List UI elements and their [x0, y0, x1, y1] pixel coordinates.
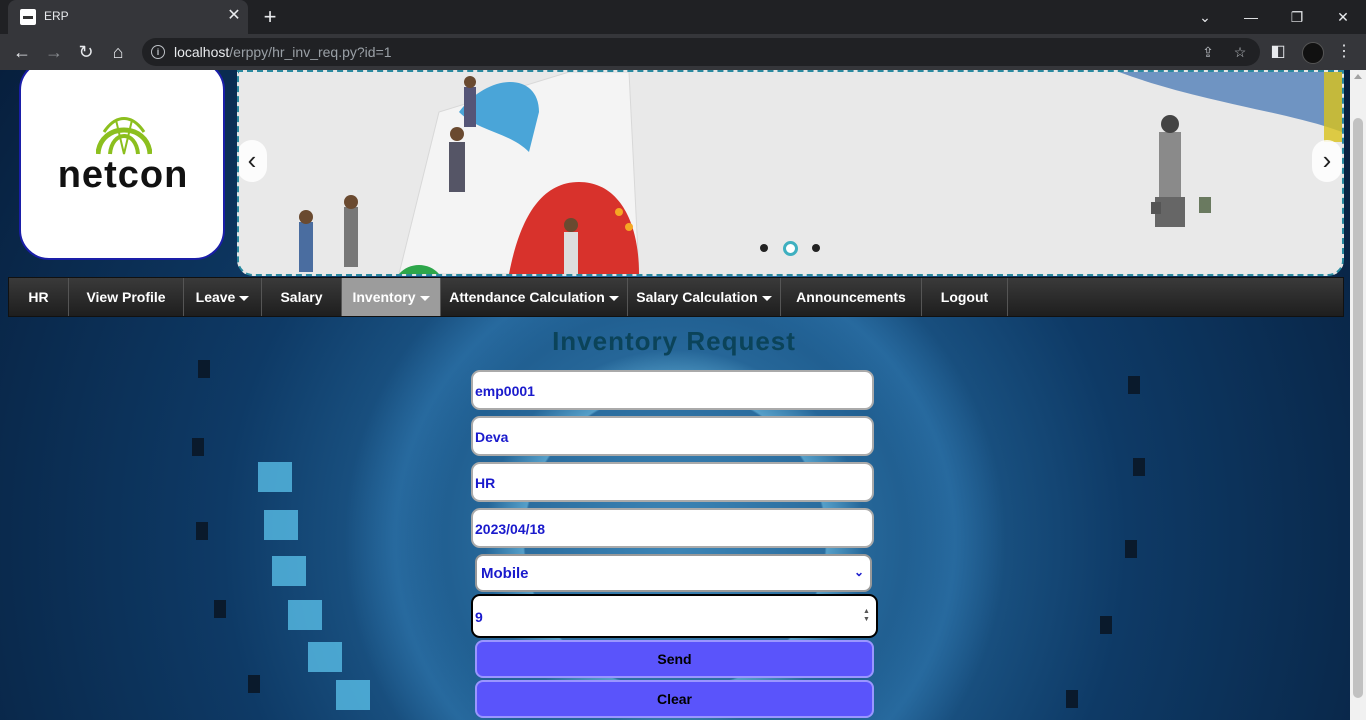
menu-item-attendance-calculation[interactable]: Attendance Calculation [441, 278, 628, 316]
dropdown-caret-icon [419, 295, 430, 301]
dropdown-caret-icon [239, 295, 250, 301]
browser-tab-bar: ERP ✕ + ⌄ — ❐ ✕ [0, 0, 1366, 34]
browser-tab[interactable]: ERP ✕ [8, 0, 248, 34]
quantity-stepper[interactable]: 9 ▲ ▼ [471, 594, 878, 638]
carousel-prev-arrow-icon[interactable]: ‹ [239, 140, 267, 182]
carousel-dot[interactable] [760, 244, 768, 252]
main-menu: HR View Profile Leave Salary Inventory A… [8, 277, 1344, 317]
dropdown-caret-icon [608, 295, 619, 301]
background-decoration [336, 680, 370, 710]
clear-button[interactable]: Clear [475, 680, 874, 718]
new-tab-icon[interactable]: + [258, 5, 282, 29]
bookmark-star-icon[interactable]: ☆ [1230, 42, 1250, 62]
employee-id-value: emp0001 [475, 383, 535, 399]
logo-arch-icon [96, 117, 152, 155]
menu-item-salary[interactable]: Salary [262, 278, 342, 316]
background-decoration [1128, 376, 1140, 394]
page-content: netcon ‹ › HR View Profile Leave Salary … [0, 70, 1350, 720]
menu-item-salary-calculation[interactable]: Salary Calculation [628, 278, 781, 316]
employee-name-value: Deva [475, 429, 509, 445]
side-panel-icon[interactable]: ◧ [1266, 40, 1290, 64]
menu-item-announcements[interactable]: Announcements [781, 278, 922, 316]
background-decoration [196, 522, 208, 540]
restore-icon[interactable]: ❐ [1274, 4, 1320, 30]
carousel-next-arrow-icon[interactable]: › [1312, 140, 1342, 182]
background-decoration [192, 438, 204, 456]
carousel-dot[interactable] [812, 244, 820, 252]
reload-icon[interactable]: ↻ [74, 40, 98, 64]
close-window-icon[interactable]: ✕ [1320, 4, 1366, 30]
background-decoration [288, 600, 322, 630]
background-decoration [1133, 458, 1145, 476]
department-value: HR [475, 475, 496, 491]
minimize-icon[interactable]: — [1228, 4, 1274, 30]
browser-toolbar: ← → ↻ ⌂ i localhost/erppy/hr_inv_req.py?… [0, 34, 1366, 70]
date-field[interactable]: 2023/04/18 [471, 508, 874, 548]
background-decoration [258, 462, 292, 492]
chevron-down-icon: ⌄ [853, 565, 864, 579]
spinner-arrows-icon[interactable]: ▲ ▼ [863, 608, 871, 624]
send-button[interactable]: Send [475, 640, 874, 678]
tab-title: ERP [44, 9, 69, 23]
netcon-logo[interactable]: netcon [19, 70, 225, 260]
favicon-icon [20, 9, 36, 25]
logo-text: netcon [57, 154, 189, 196]
banner-carousel: ‹ › [237, 70, 1344, 276]
background-decoration [1125, 540, 1137, 558]
dropdown-caret-icon [761, 295, 772, 301]
background-decoration [264, 510, 298, 540]
site-info-icon[interactable]: i [151, 45, 165, 59]
background-decoration [214, 600, 226, 618]
menu-item-inventory[interactable]: Inventory [342, 278, 441, 316]
back-icon[interactable]: ← [10, 40, 34, 64]
share-icon[interactable]: ⇪ [1198, 42, 1218, 62]
address-bar[interactable]: i localhost/erppy/hr_inv_req.py?id=1 ⇪ ☆ [142, 38, 1260, 66]
background-decoration [1100, 616, 1112, 634]
menu-item-view-profile[interactable]: View Profile [69, 278, 184, 316]
background-decoration [272, 556, 306, 586]
background-decoration [198, 360, 210, 378]
employee-name-field[interactable]: Deva [471, 416, 874, 456]
menu-item-leave[interactable]: Leave [184, 278, 262, 316]
item-select-value: Mobile [481, 565, 529, 582]
employee-id-field[interactable]: emp0001 [471, 370, 874, 410]
forward-icon[interactable]: → [42, 40, 66, 64]
department-field[interactable]: HR [471, 462, 874, 502]
menu-item-logout[interactable]: Logout [922, 278, 1008, 316]
background-decoration [308, 642, 342, 672]
url-text[interactable]: localhost/erppy/hr_inv_req.py?id=1 [174, 44, 392, 60]
background-decoration [248, 675, 260, 693]
page-title: Inventory Request [552, 326, 796, 356]
carousel-dot-active[interactable] [783, 241, 798, 256]
home-icon[interactable]: ⌂ [106, 40, 130, 64]
menu-item-hr[interactable]: HR [9, 278, 69, 316]
tab-search-icon[interactable]: ⌄ [1182, 4, 1228, 30]
item-select[interactable]: Mobile ⌄ [475, 554, 872, 592]
background-decoration [1066, 690, 1078, 708]
scroll-up-arrow-icon[interactable] [1354, 74, 1362, 79]
date-value: 2023/04/18 [475, 521, 546, 537]
quantity-value: 9 [475, 609, 483, 625]
scrollbar-thumb[interactable] [1353, 118, 1363, 698]
profile-avatar-icon[interactable] [1302, 42, 1324, 64]
close-tab-icon[interactable]: ✕ [224, 6, 244, 26]
page-scrollbar[interactable] [1350, 70, 1366, 720]
menu-kebab-icon[interactable]: ⋮ [1332, 40, 1356, 64]
